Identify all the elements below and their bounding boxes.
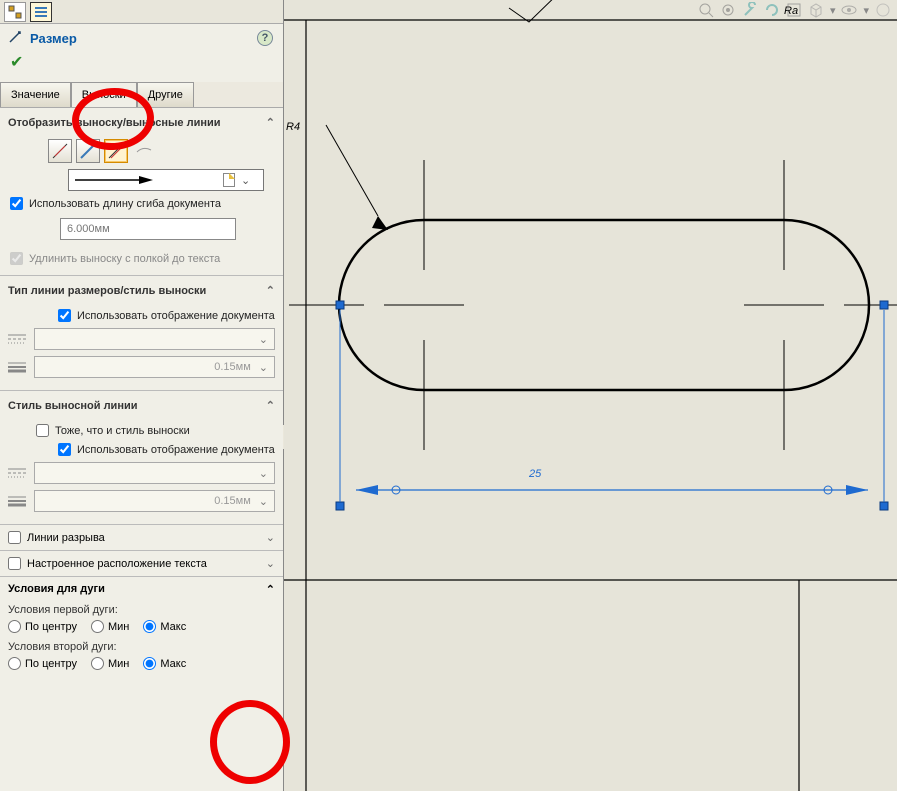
leader-style-2-button[interactable] <box>76 139 100 163</box>
collapse-icon[interactable]: ⌃ <box>266 284 275 297</box>
section-title: Тип линии размеров/стиль выноски <box>8 285 206 297</box>
dropdown-icon: ⌄ <box>259 467 268 480</box>
collapse-icon[interactable]: ⌃ <box>266 399 275 412</box>
panel-top-tabs <box>0 0 283 24</box>
dropdown-icon: ⌄ <box>241 174 257 187</box>
drawing-svg: Ra R4 <box>284 0 897 791</box>
break-lines-label: Линии разрыва <box>27 532 105 544</box>
line-weight-icon <box>8 493 26 509</box>
first-arc-label: Условия первой дуги: <box>8 604 275 616</box>
dropdown-icon: ⌄ <box>259 361 268 374</box>
dropdown-icon[interactable]: ▾ <box>830 4 836 17</box>
arrow-style-select[interactable]: ⌄ <box>68 169 264 191</box>
line-type-select[interactable]: ⌄ <box>34 328 275 350</box>
ext-use-doc-checkbox[interactable] <box>58 443 71 456</box>
second-arc-max-radio[interactable]: Макс <box>143 657 186 670</box>
first-arc-min-radio[interactable]: Мин <box>91 620 129 633</box>
redo-icon[interactable] <box>764 2 780 18</box>
leader-style-1-button[interactable] <box>48 139 72 163</box>
custom-text-pos-checkbox[interactable] <box>8 557 21 570</box>
view-toolbar: ▾ ▾ <box>698 0 891 20</box>
panel-tab-property[interactable] <box>30 2 52 22</box>
section-ext-line-style: Стиль выносной линии ⌃ Тоже, что и стиль… <box>0 391 283 525</box>
expand-icon[interactable]: ⌄ <box>266 557 275 570</box>
bend-length-input <box>60 218 236 240</box>
first-arc-max-radio[interactable]: Макс <box>143 620 186 633</box>
dropdown-icon: ⌄ <box>259 333 268 346</box>
second-arc-label: Условия второй дуги: <box>8 641 275 653</box>
line-weight-select[interactable]: 0.15мм⌄ <box>34 356 275 378</box>
ok-button[interactable]: ✔ <box>10 52 275 72</box>
panel-tab-feature[interactable] <box>4 2 26 22</box>
line-weight-icon <box>8 359 26 375</box>
dim-use-doc-label: Использовать отображение документа <box>77 310 275 322</box>
expand-icon[interactable]: ⌄ <box>266 531 275 544</box>
section-arc-conditions: Условия для дуги ⌃ Условия первой дуги: … <box>0 577 283 684</box>
gear-icon[interactable] <box>720 2 736 18</box>
wrench-icon[interactable] <box>742 2 758 18</box>
drawing-canvas[interactable]: Ra R4 <box>284 0 897 791</box>
collapse-icon[interactable]: ⌃ <box>266 583 275 596</box>
section-title: Условия для дуги <box>8 583 105 596</box>
ext-same-as-leader-label: Тоже, что и стиль выноски <box>55 425 190 437</box>
section-title: Отобразить выноску/выносные линии <box>8 117 221 129</box>
property-manager-icon <box>34 5 48 19</box>
arrow-preview-icon <box>75 175 155 185</box>
section-custom-text-pos: Настроенное расположение текста ⌄ <box>0 551 283 577</box>
tab-leaders[interactable]: Выноски <box>71 82 137 107</box>
leader-style-buttons <box>48 139 275 163</box>
zoom-icon[interactable] <box>698 2 714 18</box>
extend-leader-checkbox <box>10 252 23 265</box>
document-icon <box>223 173 235 187</box>
section-title: Стиль выносной линии <box>8 400 138 412</box>
extend-leader-label: Удлинить выноску с полкой до текста <box>29 253 220 265</box>
break-lines-checkbox[interactable] <box>8 531 21 544</box>
first-arc-radios: По центру Мин Макс <box>8 620 275 633</box>
second-arc-radios: По центру Мин Макс <box>8 657 275 670</box>
dimension-value: 25 <box>528 468 542 480</box>
ext-line-weight-select[interactable]: 0.15мм⌄ <box>34 490 275 512</box>
tab-value[interactable]: Значение <box>0 82 71 107</box>
line-type-icon <box>8 331 26 347</box>
section-display-leaders: Отобразить выноску/выносные линии ⌃ ⌄ Ис… <box>0 108 283 276</box>
collapse-icon[interactable]: ⌃ <box>266 116 275 129</box>
custom-text-pos-label: Настроенное расположение текста <box>27 558 207 570</box>
first-arc-center-radio[interactable]: По центру <box>8 620 77 633</box>
dim-use-doc-checkbox[interactable] <box>58 309 71 322</box>
box-icon[interactable] <box>786 2 802 18</box>
use-doc-bend-label: Использовать длину сгиба документа <box>29 198 221 210</box>
second-arc-center-radio[interactable]: По центру <box>8 657 77 670</box>
leader-style-3-button[interactable] <box>104 139 128 163</box>
leader-style-4-button[interactable] <box>132 139 156 163</box>
property-tabs: Значение Выноски Другие <box>0 82 283 108</box>
line-type-icon <box>8 465 26 481</box>
help-button[interactable]: ? <box>257 30 273 46</box>
dimension-icon <box>8 30 24 46</box>
dropdown-icon: ⌄ <box>259 495 268 508</box>
ext-use-doc-label: Использовать отображение документа <box>77 444 275 456</box>
ext-same-as-leader-checkbox[interactable] <box>36 424 49 437</box>
section-dim-line-style: Тип линии размеров/стиль выноски ⌃ Испол… <box>0 276 283 391</box>
feature-tree-icon <box>8 5 22 19</box>
cube-icon[interactable] <box>808 2 824 18</box>
sphere-icon[interactable] <box>875 2 891 18</box>
use-doc-bend-checkbox[interactable] <box>10 197 23 210</box>
tab-other[interactable]: Другие <box>137 82 194 107</box>
panel-title: Размер <box>30 31 77 46</box>
eye-icon[interactable] <box>841 2 857 18</box>
section-break-lines: Линии разрыва ⌄ <box>0 525 283 551</box>
radius-label: R4 <box>286 121 300 133</box>
property-panel: Размер ? ✔ Значение Выноски Другие Отобр… <box>0 0 284 791</box>
second-arc-min-radio[interactable]: Мин <box>91 657 129 670</box>
dropdown-icon[interactable]: ▾ <box>863 4 869 17</box>
ext-line-type-select[interactable]: ⌄ <box>34 462 275 484</box>
panel-header: Размер ? ✔ <box>0 24 283 76</box>
